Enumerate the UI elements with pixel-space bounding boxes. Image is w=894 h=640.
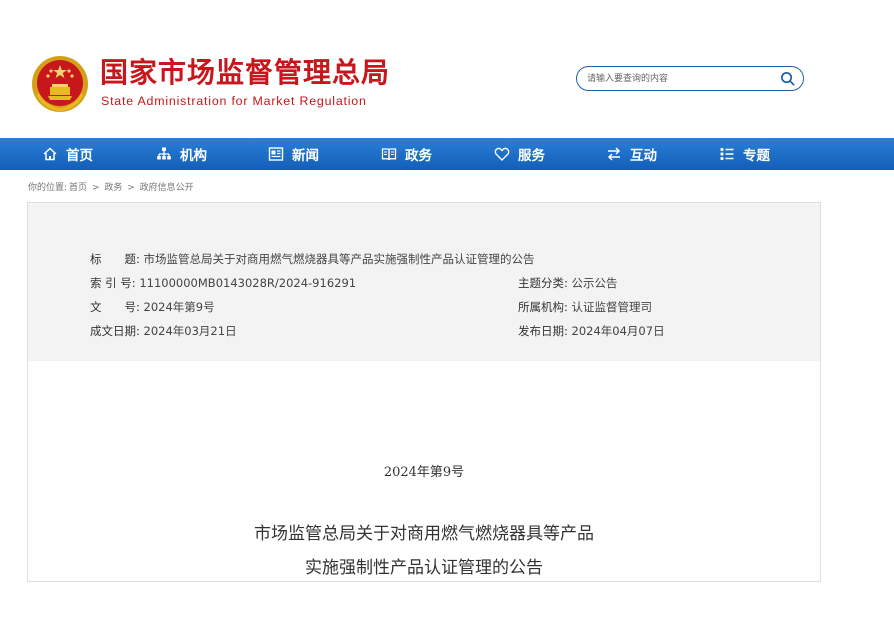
meta-pubdate-row: 发布日期: 2024年04月07日	[518, 323, 665, 339]
document-metadata: 标 题: 市场监管总局关于对商用燃气燃烧器具等产品实施强制性产品认证管理的公告 …	[28, 203, 820, 361]
meta-title-label: 标 题:	[90, 252, 140, 266]
meta-docno-row: 文 号: 2024年第9号	[90, 299, 215, 315]
document-title-line-1: 市场监管总局关于对商用燃气燃烧器具等产品	[254, 524, 594, 544]
meta-date-label: 成文日期:	[90, 324, 140, 338]
meta-topic-value: 公示公告	[571, 276, 618, 290]
nav-item-home[interactable]: 首页	[42, 138, 93, 170]
search-icon[interactable]	[780, 71, 795, 86]
heart-icon	[494, 147, 510, 161]
meta-index-label: 索 引 号:	[90, 276, 136, 290]
meta-pubdate-label: 发布日期:	[518, 324, 568, 338]
meta-date-row: 成文日期: 2024年03月21日	[90, 323, 237, 339]
nav-item-institutions[interactable]: 机构	[156, 138, 207, 170]
topic-list-icon	[720, 147, 734, 161]
exchange-arrows-icon	[607, 147, 621, 161]
meta-topic-row: 主题分类: 公示公告	[518, 275, 618, 291]
breadcrumb-separator: >	[91, 183, 100, 193]
nav-label: 机构	[180, 148, 207, 164]
meta-org-label: 所属机构:	[518, 300, 568, 314]
national-emblem-icon[interactable]	[30, 54, 90, 114]
nav-label: 新闻	[292, 148, 319, 164]
nav-item-government-affairs[interactable]: 政务	[381, 138, 432, 170]
document-number: 2024年第9号	[383, 465, 465, 480]
breadcrumb-separator: >	[127, 183, 135, 193]
search-box	[576, 66, 804, 91]
meta-index-value: 11100000MB0143028R/2024-916291	[139, 276, 357, 290]
nav-item-news[interactable]: 新闻	[268, 138, 319, 170]
main-nav: 首页 机构 新闻 政务 服务 互动 专题	[0, 138, 894, 170]
site-title-english[interactable]: State Administration for Market Regulati…	[101, 94, 367, 108]
nav-label: 首页	[66, 148, 93, 164]
breadcrumb-link-info-disclosure[interactable]: 政府信息公开	[140, 183, 194, 193]
meta-org-value: 认证监督管理司	[571, 300, 653, 314]
home-icon	[43, 147, 57, 161]
nav-label: 服务	[518, 148, 545, 164]
government-affairs-icon	[381, 148, 397, 161]
nav-label: 互动	[630, 148, 657, 164]
meta-docno-label: 文 号:	[90, 300, 140, 314]
breadcrumb: 你的位置: 首页 > 政务 > 政府信息公开	[28, 180, 196, 193]
meta-docno-value: 2024年第9号	[143, 300, 215, 314]
meta-org-row: 所属机构: 认证监督管理司	[518, 299, 652, 315]
nav-item-interaction[interactable]: 互动	[606, 138, 657, 170]
meta-date-value: 2024年03月21日	[143, 324, 237, 338]
search-input[interactable]	[587, 71, 772, 87]
site-title[interactable]: 国家市场监督管理总局	[100, 56, 390, 90]
site-header: 国家市场监督管理总局 State Administration for Mark…	[0, 0, 894, 138]
breadcrumb-prefix: 你的位置:	[28, 183, 68, 193]
nav-label: 政务	[405, 148, 432, 164]
breadcrumb-link-home[interactable]: 首页	[69, 183, 87, 193]
nav-label: 专题	[743, 148, 770, 164]
meta-title-value: 市场监管总局关于对商用燃气燃烧器具等产品实施强制性产品认证管理的公告	[143, 252, 535, 266]
meta-title-row: 标 题: 市场监管总局关于对商用燃气燃烧器具等产品实施强制性产品认证管理的公告	[90, 251, 535, 267]
news-icon	[268, 147, 284, 161]
meta-index-row: 索 引 号: 11100000MB0143028R/2024-916291	[90, 275, 356, 291]
meta-pubdate-value: 2024年04月07日	[571, 324, 665, 338]
article-panel: 标 题: 市场监管总局关于对商用燃气燃烧器具等产品实施强制性产品认证管理的公告 …	[27, 202, 821, 582]
org-chart-icon	[157, 147, 171, 160]
nav-item-services[interactable]: 服务	[494, 138, 545, 170]
meta-topic-label: 主题分类:	[518, 276, 568, 290]
breadcrumb-link-government-affairs[interactable]: 政务	[104, 183, 122, 193]
nav-item-topics[interactable]: 专题	[719, 138, 770, 170]
document-title-line-2: 实施强制性产品认证管理的公告	[305, 558, 543, 578]
